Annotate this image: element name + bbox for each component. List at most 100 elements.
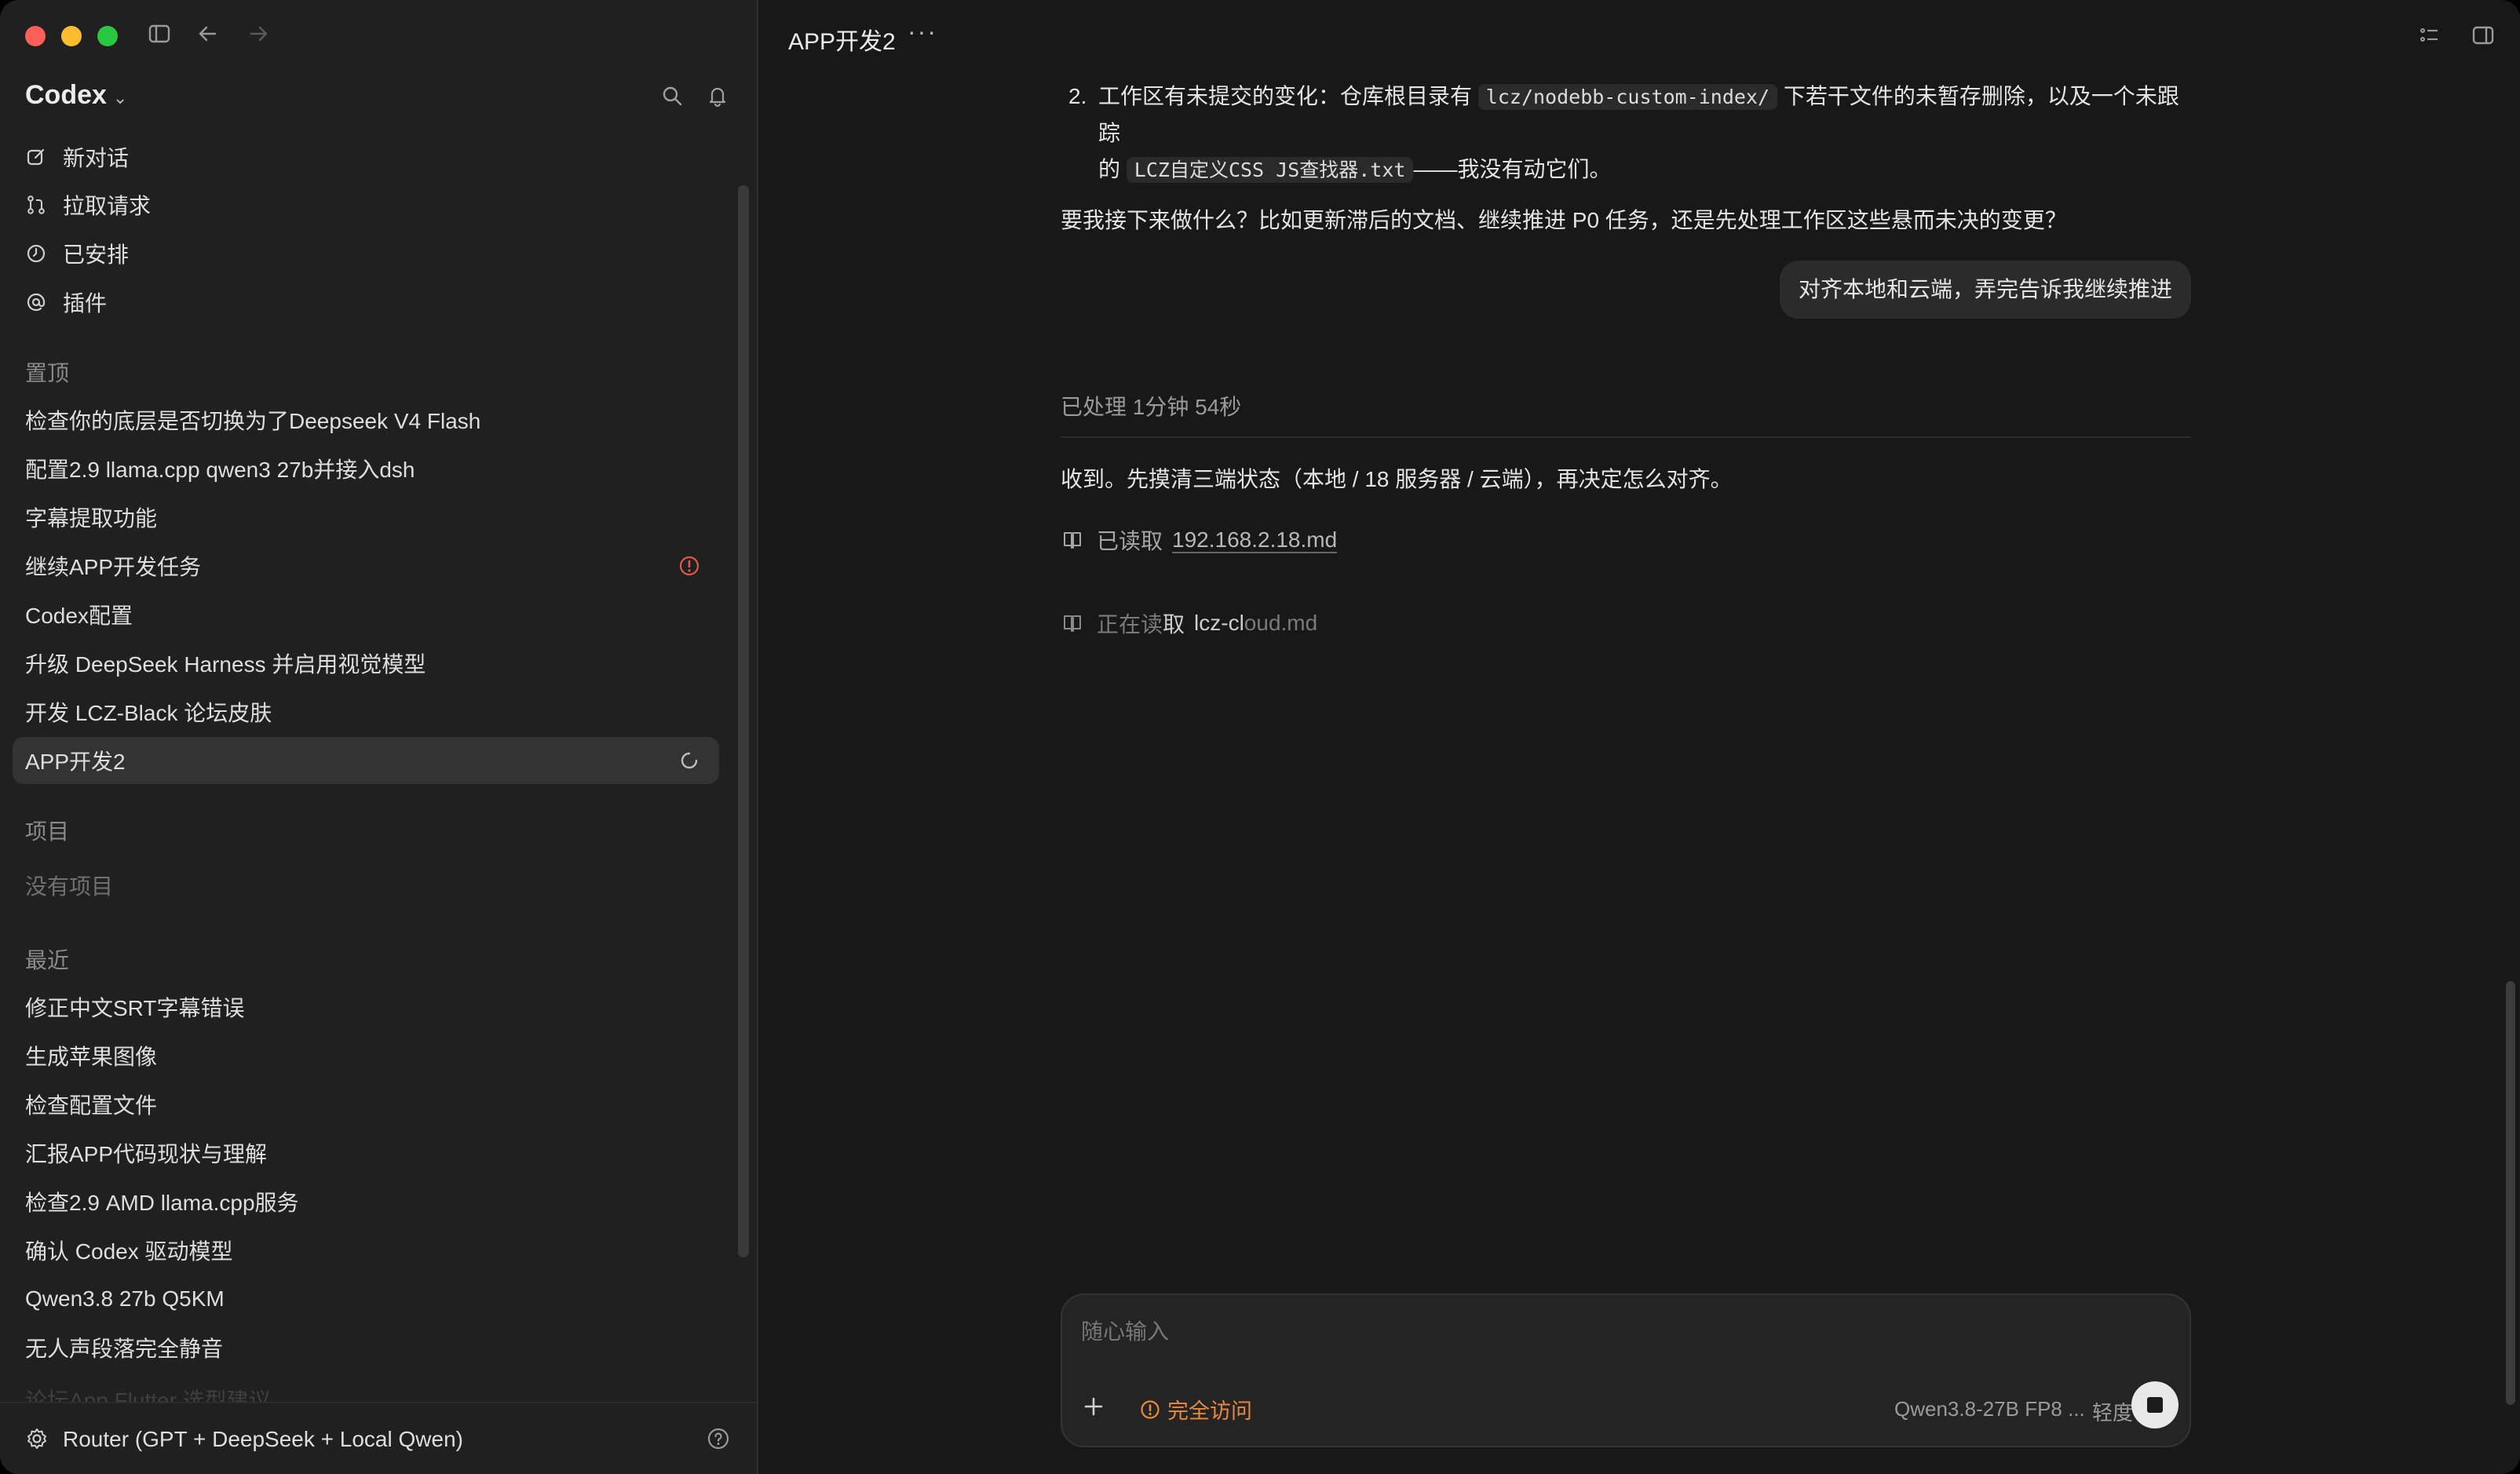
forward-arrow-icon[interactable]: [247, 22, 270, 49]
book-icon: [1061, 611, 1084, 635]
effort-selector[interactable]: 轻度: [2092, 1397, 2133, 1426]
recent-chat-item[interactable]: 生成苹果图像: [13, 1032, 719, 1079]
chat-title: 配置2.9 llama.cpp qwen3 27b并接入dsh: [25, 458, 415, 482]
chat-title: 检查配置文件: [25, 1093, 158, 1118]
projects-section-label: 项目: [25, 819, 70, 844]
stop-generation-button[interactable]: [2131, 1381, 2179, 1428]
user-message-row: 对齐本地和云端，弄完告诉我继续推进: [1061, 259, 2191, 322]
loading-spinner-icon: [678, 750, 700, 772]
recent-chat-item[interactable]: 汇报APP代码现状与理解: [13, 1129, 719, 1177]
chat-title: 生成苹果图像: [25, 1045, 158, 1069]
chat-title: 汇报APP代码现状与理解: [25, 1142, 268, 1166]
nav-label: 新对话: [63, 146, 130, 170]
at-icon: [25, 291, 47, 313]
conversation-scrollbar[interactable]: [2506, 981, 2515, 1405]
nav-label: 插件: [63, 291, 108, 316]
nav-pull-requests[interactable]: 拉取请求: [25, 189, 151, 221]
recent-section-label: 最近: [25, 948, 70, 972]
message-text: ——我没有动它们。: [1413, 157, 1612, 181]
nav-new-chat[interactable]: 新对话: [25, 141, 129, 173]
sidebar-footer: Router (GPT + DeepSeek + Local Qwen): [0, 1402, 757, 1474]
pinned-chat-item[interactable]: 开发 LCZ-Black 论坛皮肤: [13, 688, 719, 735]
recent-chat-item[interactable]: 检查2.9 AMD llama.cpp服务: [13, 1178, 719, 1225]
nav-scheduled[interactable]: 已安排: [25, 238, 129, 269]
chat-title: 修正中文SRT字幕错误: [25, 996, 245, 1020]
recent-chat-item[interactable]: 修正中文SRT字幕错误: [13, 983, 719, 1031]
chevron-down-icon: ⌄: [112, 88, 128, 108]
recent-chat-item[interactable]: 论坛App Flutter 选型建议: [13, 1373, 719, 1404]
clock-icon: [25, 243, 47, 265]
bell-icon[interactable]: [707, 85, 729, 111]
pinned-chat-item[interactable]: 检查你的底层是否切换为了Deepseek V4 Flash: [13, 396, 719, 443]
recent-chat-item[interactable]: 确认 Codex 驱动模型: [13, 1227, 719, 1274]
chat-title: Codex配置: [25, 604, 133, 628]
pinned-chat-item-active[interactable]: APP开发2: [13, 737, 719, 784]
zoom-window-button[interactable]: [97, 26, 118, 46]
sidebar: Codex ⌄ 新对话 拉取请求 已安排 插件 置顶 检查你的底层是否切换为了De…: [0, 0, 758, 1474]
message-text: 工作区有未提交的变化：仓库根目录有: [1098, 84, 1473, 108]
pinned-chat-item[interactable]: 升级 DeepSeek Harness 并启用视觉模型: [13, 640, 719, 687]
sidebar-scrollbar[interactable]: [738, 185, 749, 1257]
pinned-chat-item[interactable]: 配置2.9 llama.cpp qwen3 27b并接入dsh: [13, 445, 719, 492]
assistant-response: 收到。先摸清三端状态（本地 / 18 服务器 / 云端），再决定怎么对齐。: [1061, 467, 1733, 491]
access-mode-label: 完全访问: [1167, 1399, 1252, 1423]
recent-chat-item[interactable]: 检查配置文件: [13, 1081, 719, 1128]
attach-plus-icon[interactable]: [1081, 1394, 1106, 1423]
search-icon[interactable]: [661, 85, 683, 111]
alert-icon: [678, 555, 700, 577]
reading-file-part: oud.md: [1244, 611, 1318, 635]
recent-chat-item[interactable]: Qwen3.8 27b Q5KM: [13, 1275, 719, 1323]
chat-title: 检查2.9 AMD llama.cpp服务: [25, 1191, 299, 1215]
book-icon: [1061, 528, 1084, 552]
message-text: 的: [1098, 157, 1121, 181]
read-status: 已读取: [1097, 529, 1163, 553]
nav-label: 拉取请求: [63, 194, 152, 218]
chat-title: 检查你的底层是否切换为了Deepseek V4 Flash: [25, 409, 481, 433]
access-mode-button[interactable]: 完全访问: [1139, 1394, 1252, 1425]
settings-gear-icon[interactable]: [25, 1427, 49, 1454]
message-input[interactable]: [1079, 1315, 2166, 1348]
conversation-pane: APP开发2 ··· 2. 工作区有未提交的变化：仓库根目录有 lcz/node…: [758, 0, 2520, 1474]
pinned-chat-item[interactable]: 继续APP开发任务: [13, 542, 719, 589]
reading-status-part: 取: [1163, 612, 1185, 637]
reading-file-part: lcz-cl: [1194, 611, 1244, 635]
pinned-chat-item[interactable]: Codex配置: [13, 591, 719, 638]
sidebar-toggle-icon[interactable]: [148, 22, 171, 49]
user-message-bubble: 对齐本地和云端，弄完告诉我继续推进: [1779, 261, 2191, 319]
chat-title: 开发 LCZ-Black 论坛皮肤: [25, 701, 272, 725]
model-selector[interactable]: Qwen3.8-27B FP8 ...: [1894, 1397, 2085, 1421]
no-projects-text: 没有项目: [25, 874, 114, 899]
close-window-button[interactable]: [25, 26, 46, 46]
divider: [1061, 436, 2191, 438]
workspace-switcher[interactable]: Codex ⌄: [25, 80, 127, 111]
list-view-icon[interactable]: [2418, 24, 2441, 51]
file-link[interactable]: 192.168.2.18.md: [1172, 527, 1337, 553]
app-window: Codex ⌄ 新对话 拉取请求 已安排 插件 置顶 检查你的底层是否切换为了De…: [0, 0, 2520, 1474]
conversation-title: APP开发2: [788, 29, 896, 55]
help-icon[interactable]: [707, 1427, 730, 1454]
warning-icon: [1139, 1399, 1161, 1421]
chat-title: 字幕提取功能: [25, 506, 158, 531]
stop-icon: [2147, 1397, 2163, 1413]
chat-title: 无人声段落完全静音: [25, 1337, 224, 1361]
reading-status: 正在读取: [1097, 607, 1185, 639]
model-router-label[interactable]: Router (GPT + DeepSeek + Local Qwen): [63, 1427, 463, 1452]
back-arrow-icon[interactable]: [196, 22, 220, 49]
composer: 完全访问 Qwen3.8-27B FP8 ... 轻度: [1061, 1293, 2191, 1447]
reading-status-part: 正在读: [1097, 612, 1163, 637]
minimize-window-button[interactable]: [61, 26, 82, 46]
pinned-chat-item[interactable]: 字幕提取功能: [13, 494, 719, 541]
recent-chat-item[interactable]: 无人声段落完全静音: [13, 1324, 719, 1371]
reading-file-row: 正在读取 lcz-cloud.md: [1061, 607, 1317, 639]
chat-title: Qwen3.8 27b Q5KM: [25, 1286, 225, 1311]
chat-title: 确认 Codex 驱动模型: [25, 1239, 233, 1264]
brand-name: Codex: [25, 80, 107, 110]
panel-toggle-icon[interactable]: [2471, 24, 2495, 51]
nav-plugins[interactable]: 插件: [25, 286, 107, 318]
reading-file-name[interactable]: lcz-cloud.md: [1194, 611, 1317, 636]
numbered-list-item: 2. 工作区有未提交的变化：仓库根目录有 lcz/nodebb-custom-i…: [1061, 78, 2191, 188]
chat-title: 升级 DeepSeek Harness 并启用视觉模型: [25, 652, 426, 677]
more-options-icon[interactable]: ···: [908, 17, 937, 46]
processing-time[interactable]: 已处理 1分钟 54秒: [1061, 389, 2191, 425]
message-text: 要我接下来做什么？比如更新滞后的文档、继续推进 P0 任务，还是先处理工作区这些…: [1061, 208, 2067, 232]
